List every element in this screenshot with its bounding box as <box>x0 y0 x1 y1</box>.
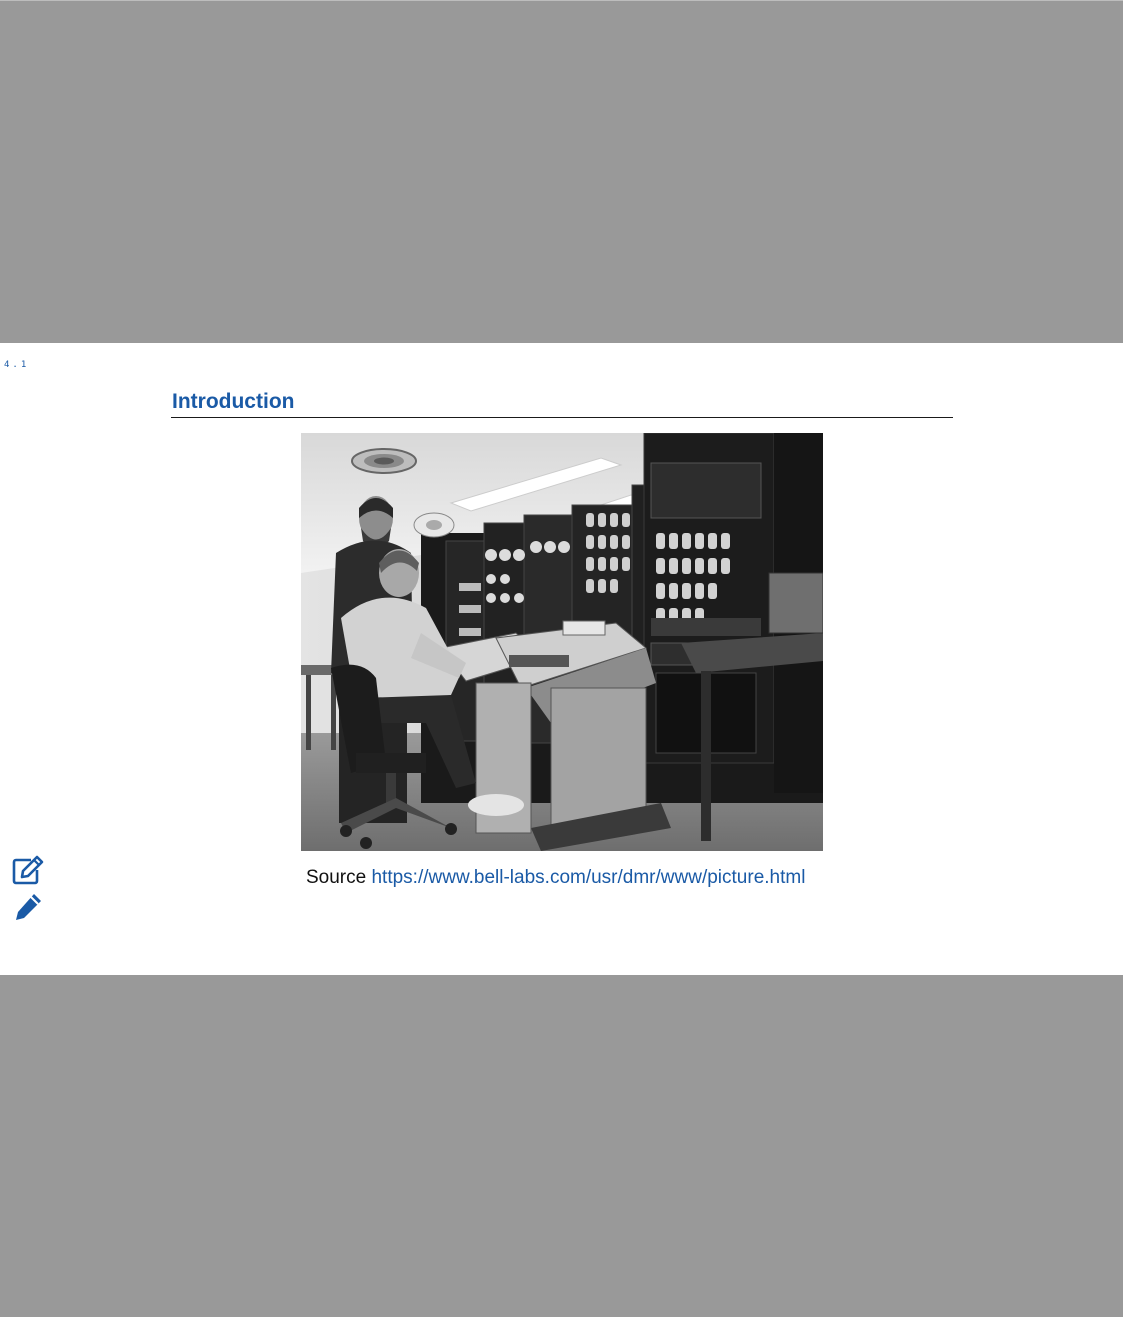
pencil-icon[interactable] <box>12 891 44 921</box>
slide: 4.1 Introduction Source https://www.bell… <box>0 343 1123 975</box>
figure-photo <box>301 433 823 851</box>
edit-square-icon[interactable] <box>12 855 44 885</box>
slide-title: Introduction <box>172 390 295 413</box>
slide-number: 4.1 <box>4 360 30 370</box>
source-link[interactable]: https://www.bell-labs.com/usr/dmr/www/pi… <box>371 867 805 888</box>
title-divider <box>171 417 953 418</box>
bottom-gray-area <box>0 975 1123 1317</box>
caption-prefix: Source <box>306 867 367 888</box>
top-gray-area <box>0 0 1123 342</box>
